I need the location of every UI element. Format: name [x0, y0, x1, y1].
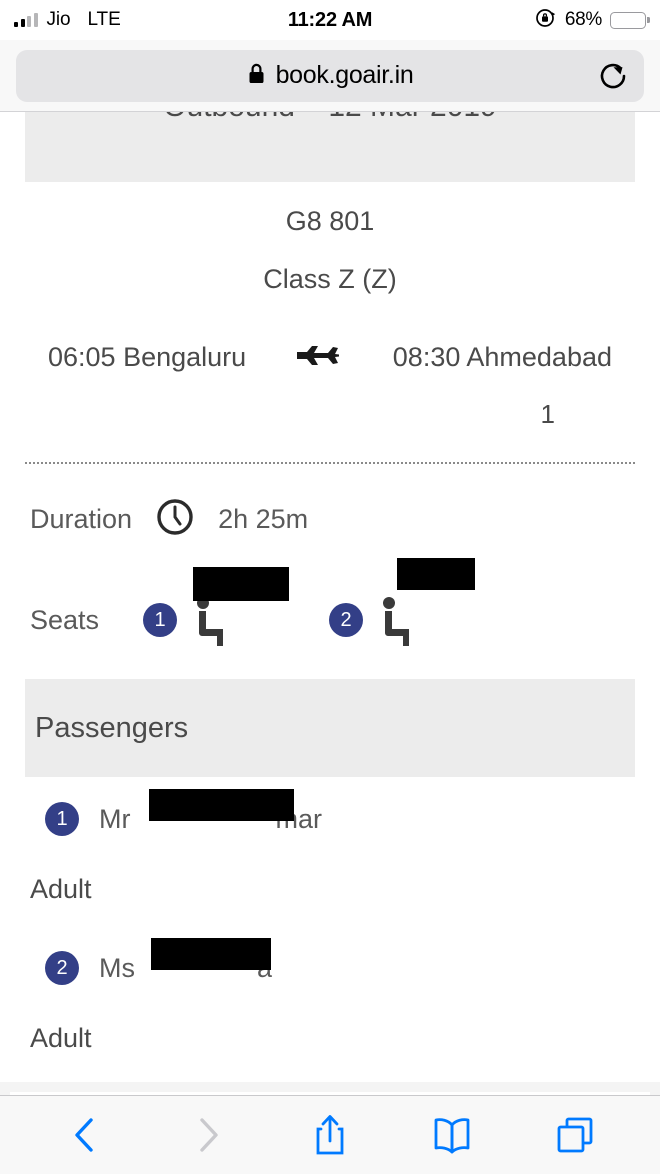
- url-display: book.goair.in: [30, 61, 630, 90]
- passenger-index-badge: 2: [45, 951, 79, 985]
- seats-label: Seats: [30, 604, 100, 635]
- bookmarks-icon[interactable]: [420, 1106, 484, 1164]
- balance-due-card[interactable]: XXXX Balance Due: [10, 1092, 650, 1095]
- battery-icon: [610, 11, 646, 29]
- passenger-name-redaction: [151, 937, 271, 970]
- airplane-icon: [246, 337, 393, 377]
- forward-icon: [176, 1106, 240, 1164]
- seat-entry-2: 2: [329, 558, 476, 649]
- arrival-city: Ahmedabad: [466, 341, 612, 372]
- passenger-index-badge: 1: [45, 802, 79, 836]
- passenger-name: Msa: [99, 937, 272, 984]
- rotation-lock-icon: [535, 7, 557, 34]
- duration-value: 2h 25m: [218, 504, 309, 534]
- route-row: 06:05 Bengaluru 08:30 Ahmedabad: [0, 337, 660, 377]
- seat-entry-1: 1: [143, 567, 290, 649]
- arrival-time: 08:30: [392, 341, 461, 372]
- status-bar: Jio LTE 11:22 AM 68%: [0, 0, 660, 40]
- passenger-name-redaction: [149, 788, 294, 821]
- passenger-row: 2 Msa: [0, 937, 660, 985]
- url-input[interactable]: book.goair.in: [16, 49, 644, 102]
- clock-icon: [154, 496, 196, 543]
- share-icon[interactable]: [298, 1106, 362, 1164]
- passenger-type: Adult: [30, 1023, 92, 1053]
- section-divider: [25, 462, 635, 464]
- passengers-section-header: Passengers: [25, 679, 635, 777]
- flight-header-band: Outbound – 12 Mar 2019: [25, 112, 635, 182]
- outbound-date-heading: Outbound – 12 Mar 2019: [25, 112, 635, 124]
- passenger-title: Mr: [99, 803, 131, 834]
- departure-time: 06:05: [48, 341, 116, 372]
- reload-icon[interactable]: [596, 59, 630, 93]
- arrival-info: 08:30 Ahmedabad: [393, 342, 612, 373]
- flight-class: Class Z (Z): [263, 264, 397, 294]
- mobile-browser-screen: Jio LTE 11:22 AM 68% book.goair.in G8 80…: [0, 0, 660, 1174]
- seated-person-icon: [375, 558, 476, 649]
- passengers-title: Passengers: [35, 711, 189, 744]
- seat-index-badge: 2: [329, 603, 364, 637]
- passenger-type: Adult: [30, 874, 92, 904]
- departure-city: Bengaluru: [123, 341, 247, 372]
- url-text: book.goair.in: [275, 61, 414, 89]
- browser-bottom-toolbar: [0, 1095, 660, 1174]
- page-content: Outbound – 12 Mar 2019 G8 801 Class Z (Z…: [0, 112, 660, 1095]
- departure-info: 06:05 Bengaluru: [48, 342, 246, 373]
- duration-label: Duration: [30, 504, 133, 534]
- arrival-terminal: 1: [540, 399, 555, 429]
- lock-icon: [247, 62, 266, 90]
- duration-row: Duration 2h 25m: [0, 496, 660, 543]
- battery-percent: 68%: [564, 9, 602, 30]
- status-bar-right: 68%: [535, 7, 646, 34]
- tabs-icon[interactable]: [543, 1106, 607, 1164]
- flight-number: G8 801: [285, 206, 375, 236]
- seat-number-redaction: [397, 558, 476, 590]
- passenger-name: Mr mar: [99, 788, 322, 835]
- seats-row: Seats 1 2: [0, 558, 660, 649]
- passenger-row: 1 Mr mar: [0, 788, 660, 836]
- passenger-title: Ms: [99, 952, 135, 983]
- seat-index-badge: 1: [143, 603, 178, 637]
- back-icon[interactable]: [53, 1106, 117, 1164]
- browser-url-bar: book.goair.in: [0, 40, 660, 112]
- seat-number-redaction: [193, 567, 290, 601]
- seated-person-icon: [189, 567, 290, 649]
- balance-section: XXXX Balance Due: [0, 1082, 660, 1095]
